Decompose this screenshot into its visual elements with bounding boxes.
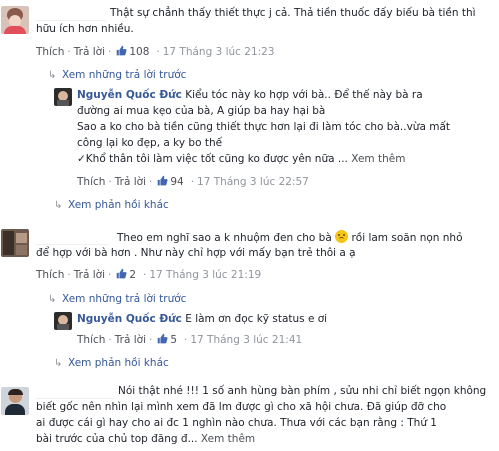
reply-text: ✓Khổ thân tôi làm việc tốt cũng ko được … <box>77 153 348 165</box>
reply-text: Kiểu tóc này ko hợp với bà.. Để thế này … <box>185 89 423 101</box>
like-count[interactable]: 2 <box>129 269 136 281</box>
like-link[interactable]: Thích <box>77 334 105 346</box>
author-name-hidden[interactable] <box>36 5 106 21</box>
reply-first-line: Nguyễn Quốc Đức E làm ơn đọc kỹ status e… <box>77 312 327 327</box>
reply-meta: Thích · Trả lời · 5 · 17 Tháng 3 lúc 21:41 <box>77 333 303 346</box>
avatar[interactable] <box>1 229 29 257</box>
view-previous-replies-label[interactable]: Xem những trả lời trước <box>62 293 186 305</box>
reply-author[interactable]: Nguyễn Quốc Đức <box>77 313 182 325</box>
comment-text: Theo em nghĩ sao a k nhuộm đen cho bà <box>117 232 332 244</box>
reply-author[interactable]: Nguyễn Quốc Đức <box>77 89 182 101</box>
thumbs-up-icon[interactable] <box>157 333 168 344</box>
avatar[interactable] <box>1 387 29 415</box>
thumbs-up-icon[interactable] <box>116 45 127 56</box>
avatar[interactable] <box>54 312 72 330</box>
reply-arrow-icon: ↳ <box>54 358 63 369</box>
view-previous-replies-label[interactable]: Xem những trả lời trước <box>62 69 186 81</box>
comment-text-line: bài trước của chủ top đăng đ... Xem thêm <box>36 432 255 447</box>
timestamp[interactable]: 17 Tháng 3 lúc 21:19 <box>149 269 261 281</box>
comment-text-line: để hợp với bà hơn . Như này chỉ hợp với … <box>36 247 356 259</box>
avatar[interactable] <box>54 88 72 106</box>
reply-link[interactable]: Trả lời <box>74 46 105 58</box>
view-more-replies-link[interactable]: ↳ Xem phản hồi khác <box>54 356 169 371</box>
comment-text-line: Theo em nghĩ sao a k nhuộm đen cho bà rồ… <box>117 230 463 246</box>
comment-text: bài trước của chủ top đăng đ... <box>36 433 198 445</box>
thumbs-up-icon[interactable] <box>157 175 168 186</box>
comment-text: rồi lam soăn nọn nhỏ <box>351 232 463 244</box>
like-link[interactable]: Thích <box>77 176 105 188</box>
timestamp[interactable]: 17 Tháng 3 lúc 22:57 <box>197 176 309 188</box>
like-link[interactable]: Thích <box>36 46 64 58</box>
reply-text-line: đường ai mua kẹo của bà, A giúp ba hay h… <box>77 105 326 117</box>
comment-text-line: biết gốc nên nhìn lại mình xem đã lm đượ… <box>36 401 447 413</box>
comment-meta: Thích · Trả lời · 2 · 17 Tháng 3 lúc 21:19 <box>36 268 262 281</box>
reply-arrow-icon: ↳ <box>54 200 63 211</box>
reply-text: E làm ơn đọc kỹ status e ơi <box>185 313 328 325</box>
comment-text-line: Nói thật nhé !!! 1 số anh hùng bàn phím … <box>118 385 487 397</box>
comment-text-line: Thật sự chẳnh thấy thiết thực j cả. Thả … <box>110 7 476 19</box>
comment-meta: Thích · Trả lời · 108 · 17 Tháng 3 lúc 21:23 <box>36 45 275 58</box>
like-count[interactable]: 108 <box>129 46 149 58</box>
comment-text-line: hữu ích hơn nhiều. <box>36 23 134 35</box>
reply-arrow-icon: ↳ <box>48 294 57 305</box>
thumbs-up-icon[interactable] <box>116 268 127 279</box>
reply-first-line: Nguyễn Quốc Đức Kiểu tóc này ko hợp với … <box>77 88 423 103</box>
see-more-link[interactable]: Xem thêm <box>351 153 405 165</box>
like-link[interactable]: Thích <box>36 269 64 281</box>
reply-text-line: Sao a ko cho bà tiền cũng thiết thực hơn… <box>77 121 450 133</box>
reply-link[interactable]: Trả lời <box>115 176 146 188</box>
see-more-link[interactable]: Xem thêm <box>201 433 255 445</box>
reply-text-line: ✓Khổ thân tôi làm việc tốt cũng ko được … <box>77 152 405 167</box>
author-name-hidden[interactable] <box>36 383 114 399</box>
reply-link[interactable]: Trả lời <box>115 334 146 346</box>
comment-text-line: ai được cái gì hay cho ai đc 1 nghìn nào… <box>36 417 437 429</box>
timestamp[interactable]: 17 Tháng 3 lúc 21:23 <box>163 46 275 58</box>
view-more-replies-label[interactable]: Xem phản hồi khác <box>68 199 169 211</box>
view-previous-replies-link[interactable]: ↳ Xem những trả lời trước <box>48 68 186 83</box>
timestamp[interactable]: 17 Tháng 3 lúc 21:41 <box>190 334 302 346</box>
author-name-hidden[interactable] <box>36 229 108 245</box>
like-count[interactable]: 5 <box>170 334 177 346</box>
confused-emoji-icon <box>335 230 349 243</box>
avatar[interactable] <box>1 6 29 34</box>
reply-arrow-icon: ↳ <box>48 70 57 81</box>
view-more-replies-label[interactable]: Xem phản hồi khác <box>68 357 169 369</box>
view-more-replies-link[interactable]: ↳ Xem phản hồi khác <box>54 198 169 213</box>
like-count[interactable]: 94 <box>170 176 183 188</box>
view-previous-replies-link[interactable]: ↳ Xem những trả lời trước <box>48 292 186 307</box>
reply-text-line: công lại ko đẹp, a ky bo thế <box>77 137 223 149</box>
reply-link[interactable]: Trả lời <box>74 269 105 281</box>
reply-meta: Thích · Trả lời · 94 · 17 Tháng 3 lúc 22:57 <box>77 175 309 188</box>
